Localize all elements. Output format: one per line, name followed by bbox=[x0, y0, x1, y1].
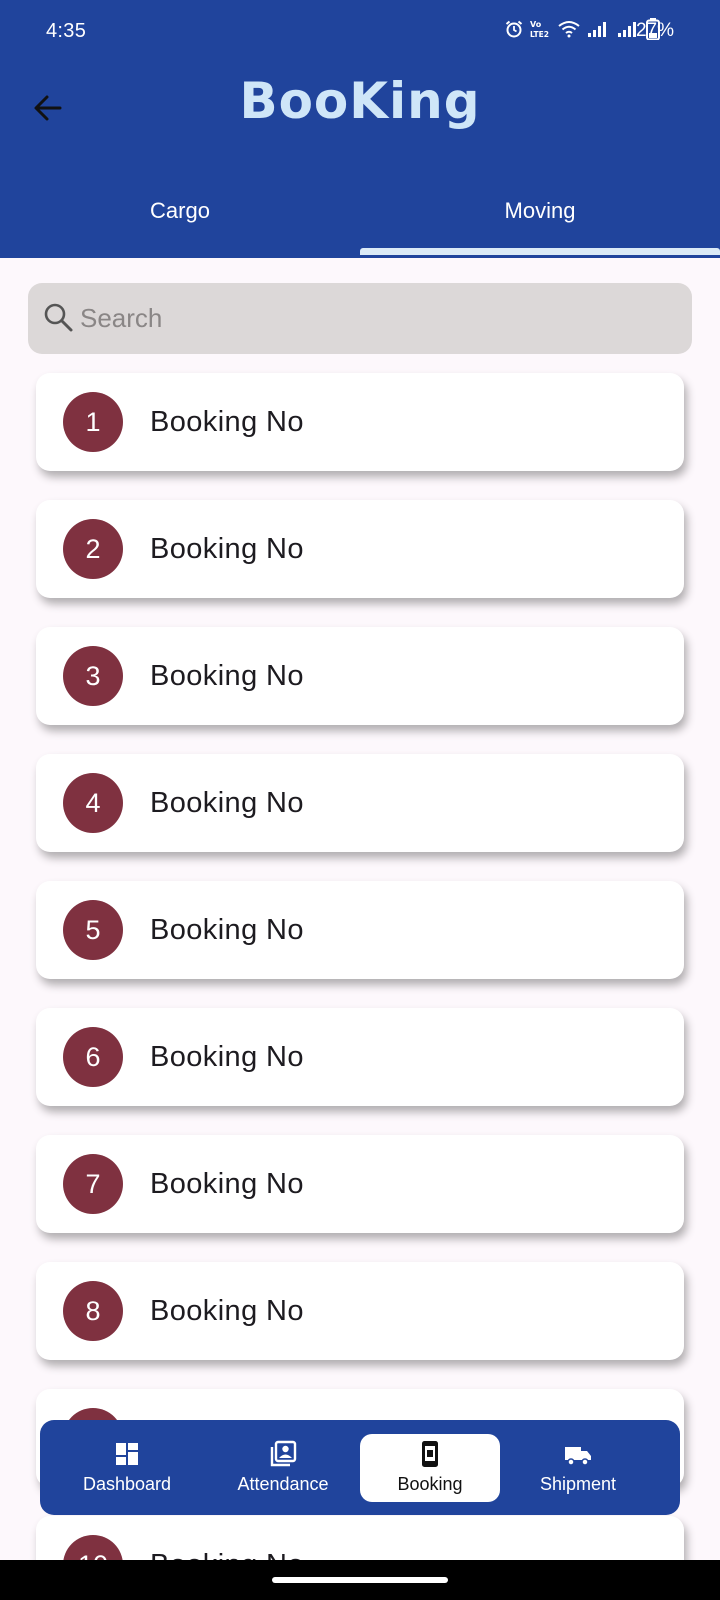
nav-shipment[interactable]: Shipment bbox=[508, 1434, 648, 1502]
booking-card[interactable]: 2 Booking No bbox=[36, 500, 684, 598]
nav-booking[interactable]: Booking bbox=[360, 1434, 500, 1502]
nav-label: Shipment bbox=[539, 1474, 617, 1494]
booking-card[interactable]: 8 Booking No bbox=[36, 1262, 684, 1360]
booking-card[interactable]: 7 Booking No bbox=[36, 1135, 684, 1233]
booking-card[interactable]: 5 Booking No bbox=[36, 881, 684, 979]
booking-number-badge: 2 bbox=[63, 519, 123, 579]
attendance-icon bbox=[270, 1440, 297, 1467]
booking-label: Booking No bbox=[150, 1168, 304, 1200]
bottom-navigation: Dashboard Attendance Booking Shipment bbox=[40, 1420, 680, 1515]
booking-number-badge: 1 bbox=[63, 392, 123, 452]
wifi-icon bbox=[558, 21, 580, 38]
system-navigation-bar bbox=[0, 1560, 720, 1600]
tab-cargo[interactable]: Cargo bbox=[0, 198, 360, 224]
tab-moving[interactable]: Moving bbox=[360, 198, 720, 224]
search-bar[interactable] bbox=[28, 283, 692, 354]
home-indicator[interactable] bbox=[272, 1577, 448, 1583]
booking-label: Booking No bbox=[150, 1041, 304, 1073]
booking-number-badge: 4 bbox=[63, 773, 123, 833]
booking-number-badge: 3 bbox=[63, 646, 123, 706]
booking-label: Booking No bbox=[150, 787, 304, 819]
booking-icon bbox=[422, 1441, 438, 1467]
status-time: 4:35 bbox=[46, 20, 87, 42]
booking-card[interactable]: 6 Booking No bbox=[36, 1008, 684, 1106]
nav-attendance[interactable]: Attendance bbox=[213, 1434, 353, 1502]
dashboard-icon bbox=[116, 1443, 138, 1465]
booking-number-badge: 8 bbox=[63, 1281, 123, 1341]
search-input[interactable] bbox=[80, 283, 670, 354]
alarm-icon bbox=[505, 20, 523, 38]
booking-number-badge: 5 bbox=[63, 900, 123, 960]
booking-number-badge: 6 bbox=[63, 1027, 123, 1087]
page-title: BooKing bbox=[239, 72, 481, 130]
nav-label: Attendance bbox=[237, 1474, 329, 1494]
search-icon bbox=[44, 303, 73, 332]
nav-label: Booking bbox=[397, 1474, 463, 1494]
booking-card[interactable]: 4 Booking No bbox=[36, 754, 684, 852]
battery-percent: 27% bbox=[635, 20, 674, 41]
booking-label: Booking No bbox=[150, 914, 304, 946]
booking-label: Booking No bbox=[150, 660, 304, 692]
tab-active-indicator bbox=[360, 248, 720, 255]
booking-number-badge: 7 bbox=[63, 1154, 123, 1214]
truck-icon bbox=[565, 1447, 591, 1466]
app-header: 4:35 Vo LTE2 27% BooKing Cargo Moving bbox=[0, 0, 720, 258]
nav-dashboard[interactable]: Dashboard bbox=[57, 1434, 197, 1502]
volte-icon: VoLTE2 bbox=[530, 20, 549, 39]
booking-card[interactable]: 3 Booking No bbox=[36, 627, 684, 725]
booking-card[interactable]: 1 Booking No bbox=[36, 373, 684, 471]
svg-text:LTE2: LTE2 bbox=[530, 30, 549, 39]
svg-text:Vo: Vo bbox=[530, 20, 542, 29]
screen: 4:35 VoLTE2 27% BooKing Cargo Moving 1 B… bbox=[0, 0, 720, 1600]
booking-label: Booking No bbox=[150, 406, 304, 438]
signal-icon bbox=[588, 22, 606, 37]
nav-label: Dashboard bbox=[82, 1474, 172, 1494]
booking-label: Booking No bbox=[150, 1295, 304, 1327]
status-bar: 4:35 Vo LTE2 27% bbox=[0, 0, 720, 62]
booking-label: Booking No bbox=[150, 533, 304, 565]
